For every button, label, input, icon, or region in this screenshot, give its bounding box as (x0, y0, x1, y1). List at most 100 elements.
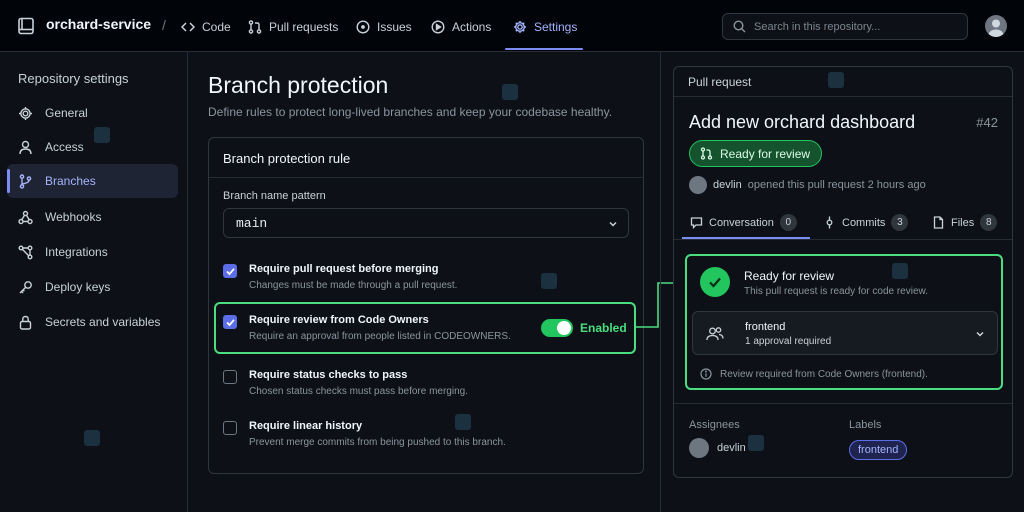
watermark-icon (502, 84, 518, 100)
sidebar-item-general[interactable]: General (7, 96, 178, 130)
option-desc: Changes must be made through a pull requ… (249, 280, 458, 291)
sidebar-item-webhooks[interactable]: Webhooks (7, 200, 178, 234)
check-icon (226, 319, 235, 327)
tab-pull-requests[interactable]: Pull requests (248, 14, 338, 40)
active-tab-indicator (505, 48, 583, 50)
key-icon (19, 280, 32, 293)
code-owners-checkbox[interactable] (223, 315, 237, 329)
option-status-checks: Require status checks to pass Chosen sta… (223, 369, 633, 409)
person-icon (19, 140, 32, 154)
author-name[interactable]: devlin (713, 179, 742, 191)
status-checks-checkbox[interactable] (223, 370, 237, 384)
people-icon (706, 327, 724, 341)
issue-icon (356, 20, 370, 34)
search-input[interactable] (754, 20, 954, 33)
file-icon (933, 216, 944, 229)
opened-line: devlin opened this pull request 2 hours … (689, 176, 926, 194)
sidebar-item-integrations[interactable]: Integrations (7, 235, 178, 269)
top-bar: orchard-service / Code Pull requests Iss… (0, 0, 1024, 52)
avatar (689, 438, 709, 458)
assignee[interactable]: devlin (689, 438, 746, 458)
gear-icon (514, 21, 526, 33)
tab-code[interactable]: Code (181, 14, 231, 40)
option-require-pr: Require pull request before merging Chan… (223, 263, 633, 303)
tab-actions-label: Actions (452, 20, 492, 34)
branch-pattern-select[interactable]: main (223, 208, 629, 238)
option-code-owners: Require review from Code Owners Require … (223, 314, 633, 354)
code-icon (181, 22, 195, 32)
review-note: Review required from Code Owners (fronte… (700, 368, 928, 380)
check-circle-icon (700, 267, 730, 297)
tab-counter: 3 (891, 214, 909, 231)
tab-conversation[interactable]: Conversation 0 (690, 214, 797, 231)
tab-label: Commits (842, 216, 886, 229)
option-desc: Require an approval from people listed i… (249, 331, 511, 342)
integrations-icon (18, 245, 33, 259)
reviewer-team-row[interactable]: frontend 1 approval required (692, 311, 998, 355)
pattern-label: Branch name pattern (223, 190, 326, 202)
option-linear-history: Require linear history Prevent merge com… (223, 420, 633, 460)
tab-settings-label: Settings (534, 20, 578, 34)
repo-icon (18, 17, 34, 35)
info-icon (700, 368, 712, 380)
watermark-icon (84, 430, 100, 446)
sidebar-item-secrets[interactable]: Secrets and variables (7, 305, 178, 339)
team-name: frontend (745, 321, 786, 333)
search-icon (733, 20, 746, 33)
sidebar-item-label: Secrets and variables (45, 315, 161, 329)
repo-name[interactable]: orchard-service (46, 16, 151, 32)
sidebar-item-label: General (45, 106, 88, 120)
option-title: Require linear history (249, 420, 363, 432)
user-avatar[interactable] (985, 15, 1007, 37)
check-icon (226, 268, 235, 276)
person-icon (988, 19, 1004, 37)
code-owners-toggle[interactable] (541, 319, 573, 337)
tab-files[interactable]: Files 8 (932, 214, 998, 231)
status-badge: Ready for review (689, 140, 823, 167)
review-status-box: Ready for review This pull request is re… (685, 254, 1003, 390)
labels-label: Labels (849, 419, 882, 431)
option-desc: Chosen status checks must pass before me… (249, 386, 468, 397)
tab-commits[interactable]: Commits 3 (823, 214, 909, 231)
status-badge-label: Ready for review (720, 146, 811, 161)
search-box[interactable] (722, 13, 968, 40)
tab-label: Files (951, 216, 975, 229)
option-title: Require status checks to pass (249, 369, 408, 381)
branch-protection-card: Branch protection rule Branch name patte… (208, 137, 644, 474)
tab-pull-requests-label: Pull requests (269, 20, 339, 34)
sidebar-item-branches[interactable]: Branches (7, 164, 178, 198)
breadcrumb-separator: / (162, 17, 166, 33)
sidebar-item-deploy-keys[interactable]: Deploy keys (7, 270, 178, 304)
watermark-icon (892, 263, 908, 279)
pr-title[interactable]: Add new orchard dashboard (689, 112, 915, 133)
webhook-icon (18, 210, 33, 224)
watermark-icon (541, 273, 557, 289)
option-title: Require pull request before merging (249, 263, 439, 275)
pr-tabs: Conversation 0 Commits 3 Files 8 (674, 207, 1012, 240)
chevron-down-icon (609, 221, 617, 227)
comment-icon (690, 217, 703, 229)
lock-icon (19, 315, 32, 330)
review-title: Ready for review (744, 269, 835, 283)
tab-counter: 8 (980, 214, 998, 231)
tab-counter: 0 (779, 214, 797, 231)
option-title: Require review from Code Owners (249, 314, 429, 326)
pull-request-icon (248, 20, 262, 34)
label-badge[interactable]: frontend (849, 440, 908, 460)
require-pr-checkbox[interactable] (223, 264, 237, 278)
tab-settings[interactable]: Settings (513, 14, 577, 40)
assignees-label: Assignees (689, 419, 740, 431)
option-desc: Prevent merge commits from being pushed … (249, 437, 506, 448)
opened-text: opened this pull request 2 hours ago (747, 179, 926, 191)
page-subtitle: Define rules to protect long-lived branc… (208, 105, 613, 119)
tab-actions[interactable]: Actions (431, 14, 491, 40)
avatar (689, 176, 707, 194)
chevron-down-icon (976, 331, 984, 337)
sidebar-item-label: Access (45, 140, 84, 154)
sidebar-item-access[interactable]: Access (7, 130, 178, 164)
branch-icon (19, 173, 32, 189)
linear-history-checkbox[interactable] (223, 421, 237, 435)
page-title: Branch protection (208, 72, 389, 98)
tab-issues[interactable]: Issues (356, 14, 412, 40)
tab-code-label: Code (202, 20, 231, 34)
